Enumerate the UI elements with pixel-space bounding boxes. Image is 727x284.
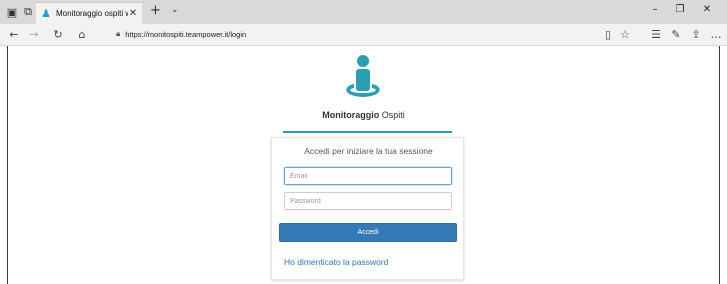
left-border — [0, 46, 8, 284]
login-title: Accedi per iniziare la tua sessione — [304, 146, 433, 156]
accent-divider — [283, 131, 452, 133]
minimize-icon[interactable]: – — [648, 4, 662, 15]
lock-icon: 🔒︎ — [116, 29, 121, 38]
share-icon[interactable]: ⇪ — [688, 27, 704, 43]
refresh-icon[interactable]: ↻ — [50, 27, 66, 43]
email-field[interactable] — [284, 167, 452, 185]
restore-icon[interactable]: ❐ — [673, 4, 687, 15]
address-bar-row: ← → ↻ ⌂ 🔒︎ https://monitospiti.teampower… — [0, 24, 727, 46]
browser-tab[interactable]: ♟ Monitoraggio ospiti wel ✕ — [36, 2, 142, 24]
notes-pen-icon[interactable]: ✎ — [668, 27, 684, 43]
favicon-icon: ♟ — [41, 7, 51, 20]
close-window-icon[interactable]: ✕ — [700, 4, 714, 15]
more-options-icon[interactable]: … — [708, 27, 724, 43]
person-on-ring-icon — [346, 55, 380, 97]
new-tab-icon[interactable]: + — [150, 3, 161, 18]
address-field[interactable]: 🔒︎ https://monitospiti.teampower.it/logi… — [116, 29, 246, 39]
reading-view-icon[interactable]: ▯ — [600, 27, 616, 43]
password-field[interactable] — [284, 192, 452, 210]
url-text: https://monitospiti.teampower.it/login — [125, 29, 247, 39]
chevron-down-icon[interactable]: ⌄ — [171, 5, 179, 15]
forward-icon[interactable]: → — [26, 27, 42, 43]
close-tab-icon[interactable]: ✕ — [128, 8, 138, 19]
app-name: Monitoraggio Ospiti — [0, 110, 727, 120]
back-icon[interactable]: ← — [6, 27, 22, 43]
forgot-password-link[interactable]: Ho dimenticato la password — [284, 257, 388, 267]
app-name-bold: Monitoraggio — [322, 110, 380, 120]
set-aside-tabs-icon[interactable]: ⧉ — [20, 4, 36, 20]
tab-actions-icon[interactable]: ▣ — [4, 4, 20, 20]
favorites-bar-icon[interactable]: ☰ — [648, 27, 664, 43]
tab-title: Monitoraggio ospiti wel — [56, 9, 128, 18]
right-border — [719, 46, 727, 284]
login-card: Accedi per iniziare la tua sessione Acce… — [271, 137, 464, 280]
title-bar: ▣ ⧉ ♟ Monitoraggio ospiti wel ✕ + ⌄ – ❐ … — [0, 0, 727, 24]
app-name-rest: Ospiti — [379, 110, 405, 120]
home-icon[interactable]: ⌂ — [74, 27, 90, 43]
favorite-star-icon[interactable]: ☆ — [617, 27, 633, 43]
browser-window: ▣ ⧉ ♟ Monitoraggio ospiti wel ✕ + ⌄ – ❐ … — [0, 0, 727, 284]
login-button[interactable]: Accedi — [279, 223, 457, 242]
